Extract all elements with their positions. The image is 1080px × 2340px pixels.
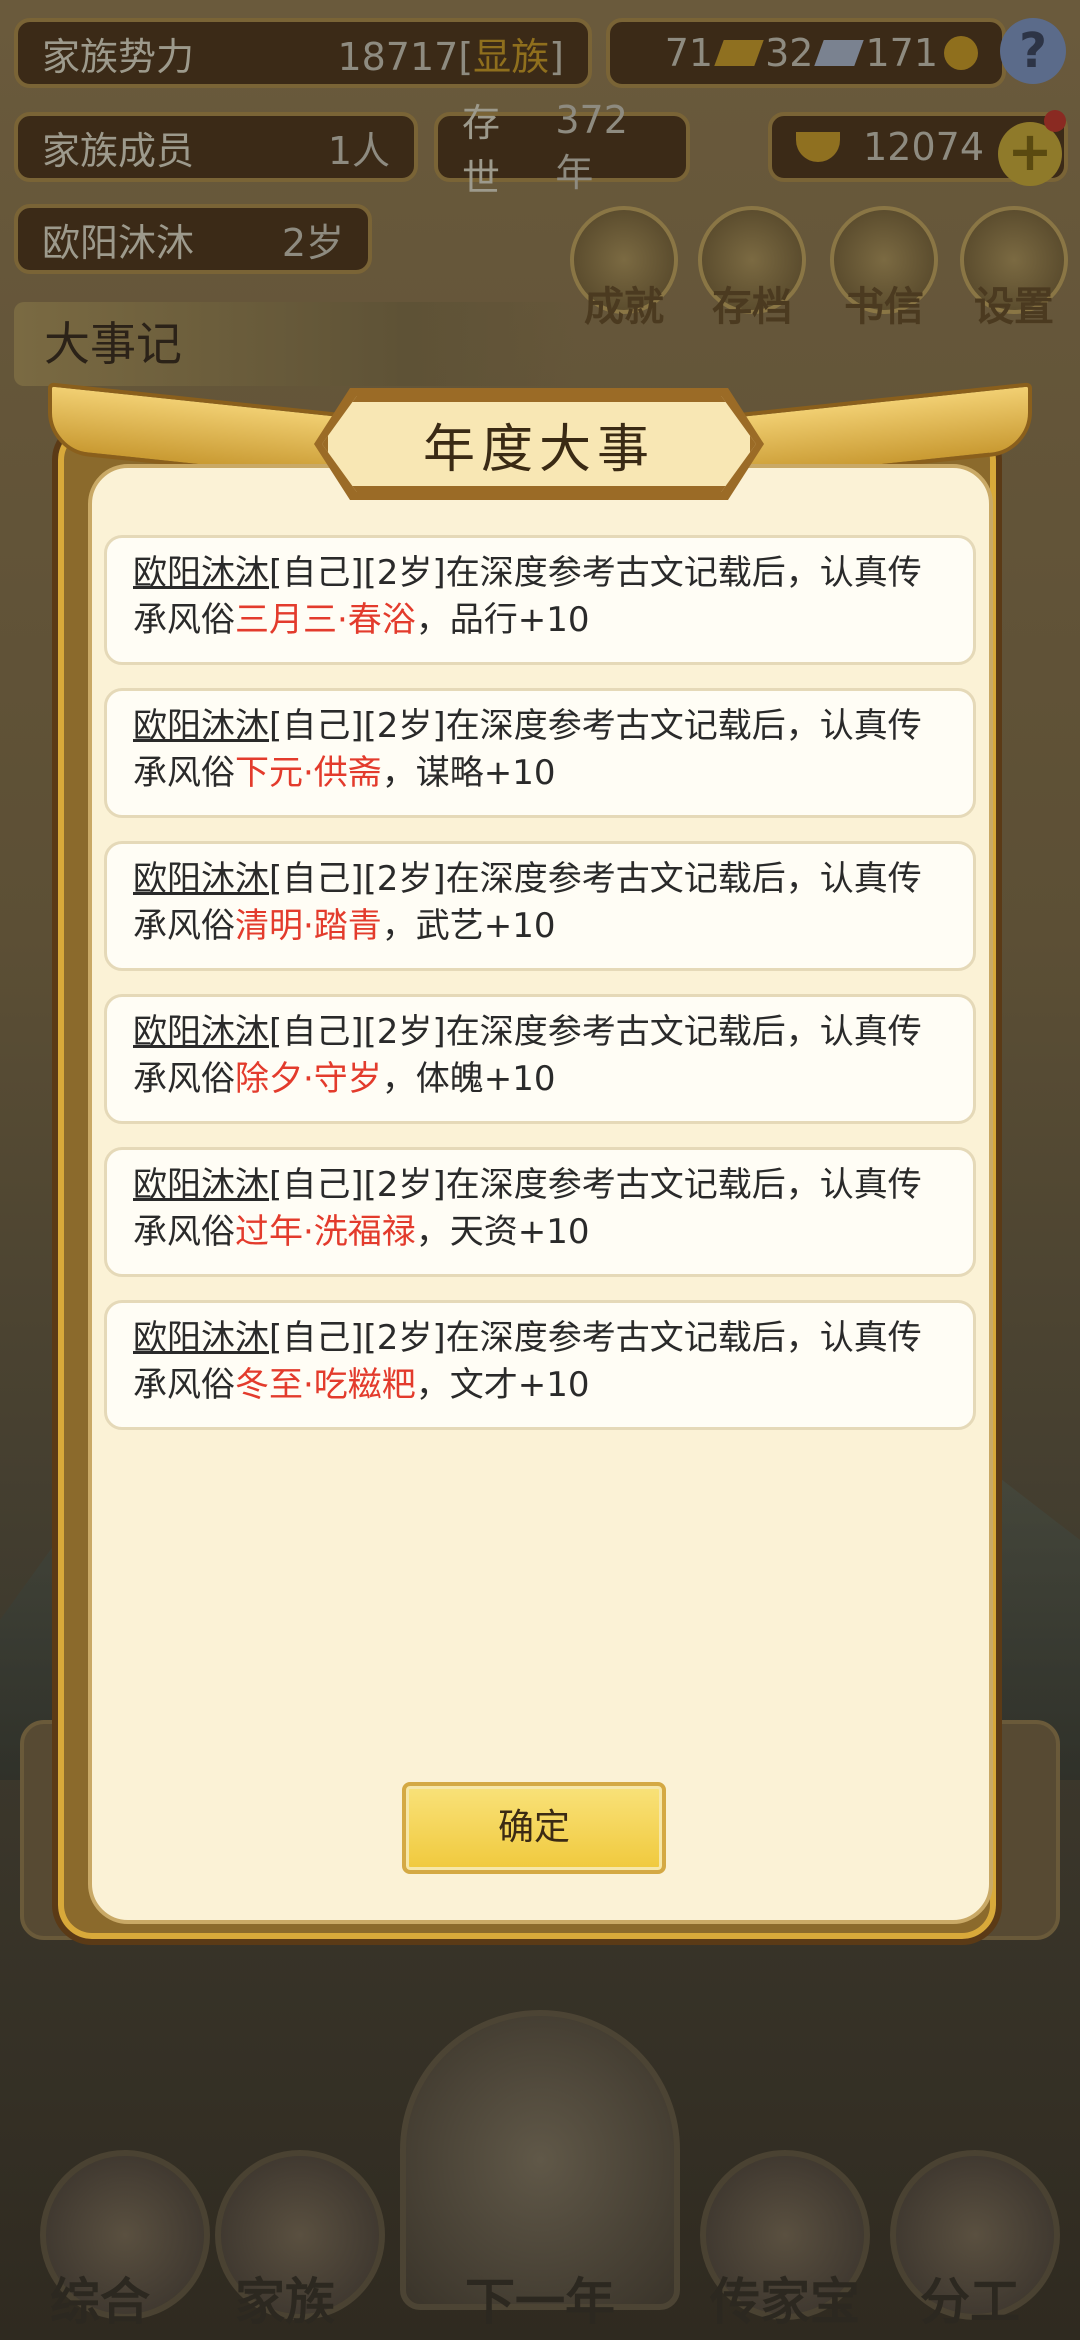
settings-label: 设置 bbox=[974, 284, 1054, 330]
event-card: 欧阳沐沐[自己][2岁]在深度参考古文记载后，认真传承风俗清明·踏青，武艺+10 bbox=[104, 841, 976, 971]
event-card: 欧阳沐沐[自己][2岁]在深度参考古文记载后，认真传承风俗过年·洗福禄，天资+1… bbox=[104, 1147, 976, 1277]
character-name-link[interactable]: 欧阳沐沐 bbox=[133, 706, 269, 746]
achievement-label: 成就 bbox=[584, 284, 664, 330]
event-reward: ，品行+10 bbox=[415, 600, 590, 640]
custom-name: 三月三·春浴 bbox=[235, 600, 416, 640]
custom-name: 下元·供斋 bbox=[235, 753, 382, 793]
clan-power-panel: 家族势力 18717[显族] bbox=[14, 18, 592, 88]
title-plaque: 年度大事 bbox=[322, 396, 756, 492]
nav-division[interactable]: 分工 bbox=[870, 2262, 1070, 2334]
clan-power-value: 18717[显族] bbox=[337, 34, 564, 79]
nav-general[interactable]: 综合 bbox=[0, 2262, 200, 2334]
character-age: 2岁 bbox=[281, 220, 344, 265]
clan-power-label: 家族势力 bbox=[42, 34, 195, 79]
event-card: 欧阳沐沐[自己][2岁]在深度参考古文记载后，认真传承风俗除夕·守岁，体魄+10 bbox=[104, 994, 976, 1124]
clan-rank: 显族 bbox=[473, 34, 550, 79]
silver-bar-icon bbox=[814, 40, 865, 66]
existence-panel: 存世 372年 bbox=[434, 98, 690, 200]
coin-icon bbox=[944, 36, 978, 70]
character-name: 欧阳沐沐 bbox=[42, 220, 195, 265]
members-panel: 家族成员 1人 bbox=[14, 112, 418, 182]
members-label: 家族成员 bbox=[42, 128, 195, 173]
event-card: 欧阳沐沐[自己][2岁]在深度参考古文记载后，认真传承风俗三月三·春浴，品行+1… bbox=[104, 535, 976, 665]
ingot-icon bbox=[796, 132, 840, 162]
event-reward: ，天资+10 bbox=[415, 1212, 590, 1252]
archive-label: 存档 bbox=[712, 284, 792, 330]
custom-name: 过年·洗福禄 bbox=[235, 1212, 416, 1252]
help-icon[interactable]: ? bbox=[1000, 18, 1066, 84]
character-name-link[interactable]: 欧阳沐沐 bbox=[133, 1318, 269, 1358]
event-reward: ，谋略+10 bbox=[381, 753, 556, 793]
event-reward: ，武艺+10 bbox=[381, 906, 556, 946]
custom-name: 冬至·吃糍粑 bbox=[235, 1365, 416, 1405]
event-card: 欧阳沐沐[自己][2岁]在深度参考古文记载后，认真传承风俗冬至·吃糍粑，文才+1… bbox=[104, 1300, 976, 1430]
event-reward: ，体魄+10 bbox=[381, 1059, 556, 1099]
ingot-count: 12074 bbox=[863, 125, 984, 169]
currency-panel: 71 32 171 bbox=[606, 18, 1006, 88]
nav-family[interactable]: 家族 bbox=[185, 2262, 385, 2334]
character-name-link[interactable]: 欧阳沐沐 bbox=[133, 1165, 269, 1205]
character-name-link[interactable]: 欧阳沐沐 bbox=[133, 859, 269, 899]
modal-title: 年度大事 bbox=[422, 419, 655, 480]
character-name-link[interactable]: 欧阳沐沐 bbox=[133, 1012, 269, 1052]
gold-bar-icon bbox=[714, 40, 764, 66]
coin-count: 171 bbox=[865, 31, 938, 75]
nav-next-year[interactable]: 下一年 bbox=[440, 2262, 640, 2334]
nav-heirloom[interactable]: 传家宝 bbox=[685, 2262, 885, 2334]
chronicle-title: 大事记 bbox=[14, 302, 574, 386]
members-value: 1人 bbox=[327, 128, 390, 173]
character-panel: 欧阳沐沐 2岁 bbox=[14, 204, 372, 274]
custom-name: 清明·踏青 bbox=[235, 906, 382, 946]
event-card: 欧阳沐沐[自己][2岁]在深度参考古文记载后，认真传承风俗下元·供斋，谋略+10 bbox=[104, 688, 976, 818]
character-name-link[interactable]: 欧阳沐沐 bbox=[133, 553, 269, 593]
event-list: 欧阳沐沐[自己][2岁]在深度参考古文记载后，认真传承风俗三月三·春浴，品行+1… bbox=[104, 535, 976, 1453]
existence-label: 存世 bbox=[462, 101, 501, 200]
event-reward: ，文才+10 bbox=[415, 1365, 590, 1405]
silver-bar-count: 32 bbox=[765, 31, 814, 75]
existence-value: 372年 bbox=[555, 97, 628, 195]
gold-bar-count: 71 bbox=[664, 31, 714, 75]
confirm-button[interactable]: 确定 bbox=[402, 1782, 666, 1874]
custom-name: 除夕·守岁 bbox=[235, 1059, 382, 1099]
letter-label: 书信 bbox=[844, 284, 924, 330]
notification-dot bbox=[1044, 110, 1066, 132]
